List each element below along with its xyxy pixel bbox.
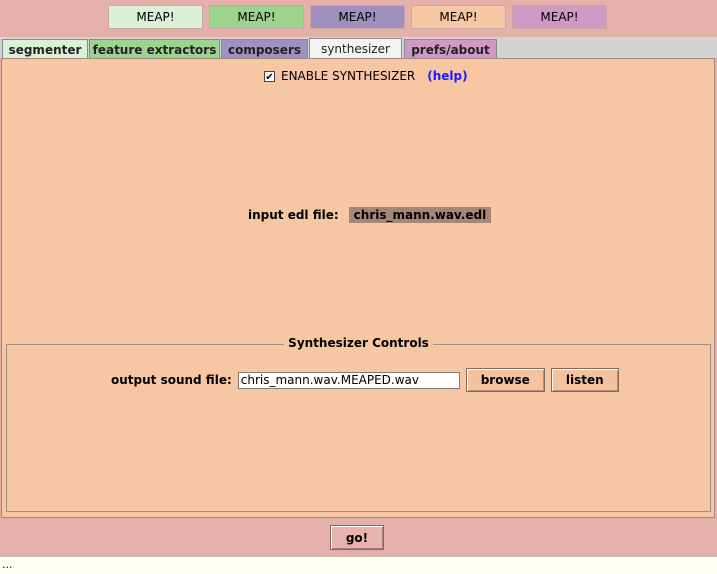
meap-button-bar: MEAP! MEAP! MEAP! MEAP! MEAP! <box>0 0 717 37</box>
tab-prefs-about[interactable]: prefs/about <box>404 39 497 59</box>
tab-bar: segmenter feature extractors composers s… <box>0 37 717 59</box>
meap-button-1[interactable]: MEAP! <box>108 5 203 29</box>
output-sound-label: output sound file: <box>111 373 232 387</box>
meap-button-3[interactable]: MEAP! <box>310 5 405 29</box>
tab-composers[interactable]: composers <box>221 39 308 59</box>
browse-button[interactable]: browse <box>465 368 545 392</box>
enable-synthesizer-label: ENABLE SYNTHESIZER <box>281 69 416 83</box>
output-sound-row: output sound file: browse listen <box>111 368 619 392</box>
input-edl-row: input edl file: chris_mann.wav.edl <box>248 207 492 223</box>
tab-segmenter[interactable]: segmenter <box>2 39 88 59</box>
listen-button[interactable]: listen <box>550 368 619 392</box>
input-edl-label: input edl file: <box>248 208 339 222</box>
status-bar: ... <box>0 556 717 574</box>
enable-synthesizer-checkbox[interactable]: ✔ <box>264 70 275 83</box>
input-edl-value[interactable]: chris_mann.wav.edl <box>348 207 492 223</box>
meap-button-2[interactable]: MEAP! <box>209 5 304 29</box>
synthesizer-panel: ✔ ENABLE SYNTHESIZER (help) input edl fi… <box>1 58 715 518</box>
tab-feature-extractors[interactable]: feature extractors <box>89 39 220 59</box>
synthesizer-controls-title: Synthesizer Controls <box>284 336 433 350</box>
enable-synthesizer-row: ✔ ENABLE SYNTHESIZER (help) <box>264 69 468 83</box>
help-link[interactable]: (help) <box>427 69 467 83</box>
synthesizer-controls-group: Synthesizer Controls output sound file: … <box>6 336 711 512</box>
output-sound-input[interactable] <box>237 371 460 389</box>
go-button[interactable]: go! <box>330 525 384 550</box>
meap-button-4[interactable]: MEAP! <box>411 5 506 29</box>
meap-button-5[interactable]: MEAP! <box>512 5 607 29</box>
tab-synthesizer[interactable]: synthesizer <box>309 38 402 59</box>
